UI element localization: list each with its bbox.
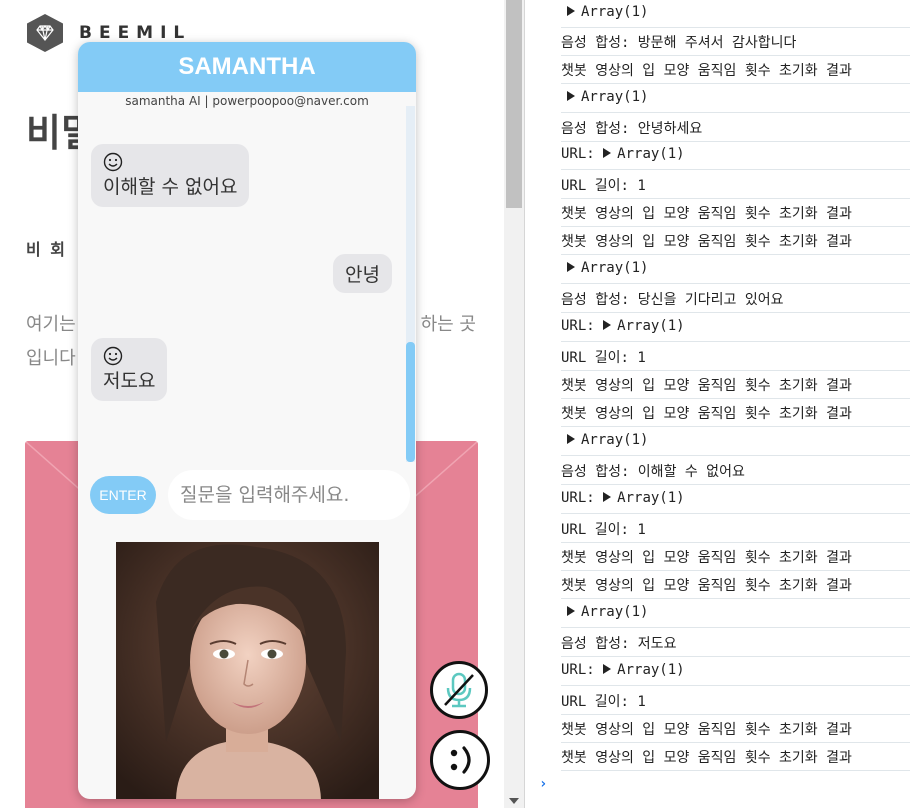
page-scrollbar[interactable] [504, 0, 524, 808]
console-log: 음성 합성: 이해할 수 없어요 [561, 457, 910, 485]
console-log-url[interactable]: URL: Array(1) [561, 142, 910, 170]
console-log: 챗봇 영상의 입 모양 움직임 횟수 초기화 결과 [561, 543, 910, 571]
smile-icon [103, 152, 123, 172]
console-log-url[interactable]: URL: Array(1) [561, 314, 910, 342]
disclosure-triangle-icon[interactable] [567, 606, 575, 616]
diamond-icon [27, 14, 63, 52]
scroll-down-arrow-icon[interactable] [509, 798, 519, 804]
chat-input-row: ENTER [78, 470, 416, 520]
devtools-console: Array(1) 음성 합성: 방문해 주셔서 감사합니다 챗봇 영상의 입 모… [524, 0, 910, 808]
disclosure-triangle-icon[interactable] [567, 6, 575, 16]
disclosure-triangle-icon[interactable] [603, 320, 612, 330]
console-log-array[interactable]: Array(1) [561, 256, 910, 284]
disclosure-triangle-icon[interactable] [567, 434, 575, 444]
console-log: 챗봇 영상의 입 모양 움직임 횟수 초기화 결과 [561, 743, 910, 771]
chat-title: SAMANTHA [78, 42, 416, 92]
disclosure-triangle-icon[interactable] [567, 262, 575, 272]
console-log-array[interactable]: Array(1) [561, 428, 910, 456]
user-message: 안녕 [333, 254, 392, 293]
bot-message: 저도요 [91, 338, 168, 401]
disclosure-triangle-icon[interactable] [603, 664, 612, 674]
section-label: 비 회 [26, 240, 68, 259]
mic-off-button[interactable] [430, 661, 488, 719]
console-log: 챗봇 영상의 입 모양 움직임 횟수 초기화 결과 [561, 399, 910, 427]
console-log-array[interactable]: Array(1) [561, 85, 910, 113]
desc-line-1-end: 하는 곳 [420, 314, 476, 335]
question-input[interactable] [168, 470, 410, 520]
console-log: URL 길이: 1 [561, 515, 910, 543]
console-log: URL 길이: 1 [561, 343, 910, 371]
console-log: 챗봇 영상의 입 모양 움직임 횟수 초기화 결과 [561, 56, 910, 84]
face-button[interactable] [430, 730, 490, 790]
console-log: 음성 합성: 안녕하세요 [561, 114, 910, 142]
console-log-array[interactable]: Array(1) [561, 600, 910, 628]
smile-icon [103, 346, 123, 366]
console-log: 음성 합성: 방문해 주셔서 감사합니다 [561, 28, 910, 56]
console-log: 음성 합성: 저도요 [561, 629, 910, 657]
disclosure-triangle-icon[interactable] [603, 148, 612, 158]
disclosure-triangle-icon[interactable] [567, 91, 575, 101]
avatar-video [116, 542, 379, 799]
console-log-url[interactable]: URL: Array(1) [561, 658, 910, 686]
mic-off-icon [444, 672, 474, 708]
disclosure-triangle-icon[interactable] [603, 492, 612, 502]
face-icon [450, 746, 471, 774]
chat-scrollbar-thumb[interactable] [406, 342, 415, 462]
console-log: URL 길이: 1 [561, 687, 910, 715]
page-scrollbar-thumb[interactable] [506, 0, 522, 208]
console-log: 챗봇 영상의 입 모양 움직임 횟수 초기화 결과 [561, 199, 910, 227]
bot-message-text: 이해할 수 없어요 [103, 176, 238, 198]
console-log: URL 길이: 1 [561, 171, 910, 199]
console-log: 음성 합성: 당신을 기다리고 있어요 [561, 285, 910, 313]
logo-text: BEEMIL [79, 23, 192, 43]
console-log: 챗봇 영상의 입 모양 움직임 횟수 초기화 결과 [561, 227, 910, 255]
chat-widget: SAMANTHA samantha AI | powerpoopoo@naver… [78, 42, 416, 799]
user-message-text: 안녕 [345, 264, 380, 286]
console-prompt[interactable]: › [539, 776, 547, 792]
bot-message-text: 저도요 [103, 370, 156, 392]
desc-line-1-start: 여기는 [26, 314, 76, 335]
chat-scrollbar[interactable] [406, 106, 415, 462]
console-log-url[interactable]: URL: Array(1) [561, 486, 910, 514]
chat-messages[interactable]: 이해할 수 없어요 안녕 저도요 [78, 106, 416, 462]
console-log: 챗봇 영상의 입 모양 움직임 횟수 초기화 결과 [561, 571, 910, 599]
console-log: 챗봇 영상의 입 모양 움직임 횟수 초기화 결과 [561, 715, 910, 743]
console-log-array[interactable]: Array(1) [561, 0, 910, 28]
enter-button[interactable]: ENTER [90, 476, 156, 514]
console-log: 챗봇 영상의 입 모양 움직임 횟수 초기화 결과 [561, 371, 910, 399]
bot-message: 이해할 수 없어요 [91, 144, 250, 207]
